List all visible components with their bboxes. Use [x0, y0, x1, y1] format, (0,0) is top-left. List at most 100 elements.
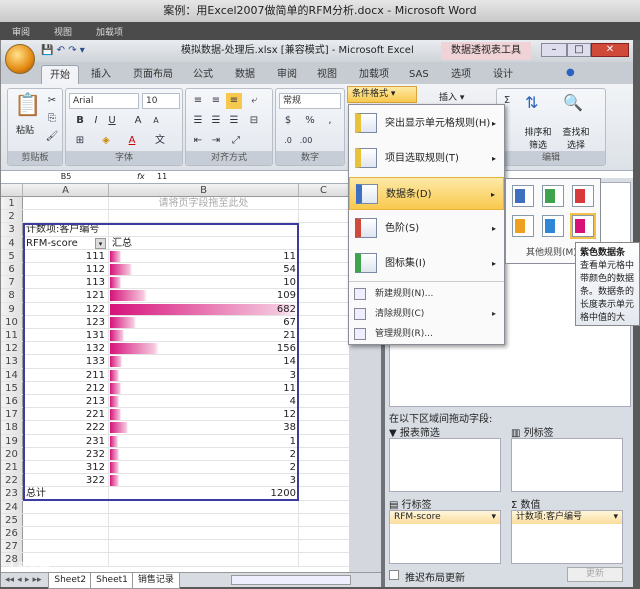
tab-insert[interactable]: 插入 — [83, 65, 119, 84]
row-header[interactable]: 7 — [1, 276, 23, 289]
cell-b[interactable]: 1200 — [109, 487, 299, 500]
cell-a[interactable]: 113 — [23, 276, 109, 289]
cell-b[interactable]: 54 — [109, 263, 299, 276]
row-header[interactable]: 15 — [1, 381, 23, 394]
font-name-select[interactable]: Arial — [69, 93, 139, 109]
comma-button[interactable]: , — [322, 113, 338, 129]
cell-a[interactable] — [23, 540, 109, 553]
row-header[interactable]: 22 — [1, 474, 23, 487]
borders-button[interactable]: ⊞ — [72, 133, 88, 149]
cell-a[interactable]: 123 — [23, 315, 109, 328]
cell-b[interactable] — [109, 223, 299, 236]
menu-small-item-1[interactable]: 清除规则(C) ▸ — [349, 305, 504, 323]
align-top-button[interactable]: ≡ — [190, 93, 206, 109]
conditional-format-button[interactable]: 条件格式 ▾ — [347, 86, 417, 103]
sort-filter-button[interactable]: 排序和筛选 — [521, 125, 555, 151]
menu-item-0[interactable]: 突出显示单元格规则(H) ▸ — [349, 107, 504, 140]
column-header-a[interactable]: A — [23, 184, 109, 197]
tab-home[interactable]: 开始 — [41, 65, 79, 84]
column-header-c[interactable]: C — [299, 184, 349, 197]
cell-b[interactable]: 汇总 — [109, 236, 299, 249]
cell-b[interactable]: 11 — [109, 381, 299, 394]
horizontal-scrollbar[interactable] — [231, 575, 351, 585]
tab-formulas[interactable]: 公式 — [185, 65, 221, 84]
row-header[interactable]: 12 — [1, 342, 23, 355]
row-header[interactable]: 16 — [1, 395, 23, 408]
defer-update-checkbox[interactable] — [389, 570, 399, 580]
sheet-nav-arrows[interactable]: ◂◂ ◂ ▸ ▸▸ — [1, 575, 46, 585]
increase-decimal-button[interactable]: .0 — [280, 133, 296, 149]
row-header[interactable]: 4 — [1, 236, 23, 249]
tab-view[interactable]: 视图 — [309, 65, 345, 84]
align-right-button[interactable]: ☰ — [226, 113, 242, 129]
row-header[interactable]: 14 — [1, 368, 23, 381]
cell-b[interactable]: 156 — [109, 342, 299, 355]
filter-dropdown-button[interactable]: ▾ — [95, 237, 106, 249]
cell-b[interactable]: 4 — [109, 395, 299, 408]
align-bottom-button[interactable]: ≡ — [226, 93, 242, 109]
orientation-button[interactable]: ⤢ — [228, 133, 244, 149]
cell-a[interactable]: 112 — [23, 263, 109, 276]
values-area[interactable]: 计数项:客户编号 ▾ — [511, 510, 623, 564]
cell-b[interactable]: 2 — [109, 461, 299, 474]
format-painter-icon[interactable]: 🖌 — [44, 129, 60, 145]
cell-a[interactable]: 132 — [23, 342, 109, 355]
shrink-font-button[interactable]: A — [148, 113, 164, 129]
cell-b[interactable]: 2 — [109, 447, 299, 460]
row-header[interactable]: 19 — [1, 434, 23, 447]
row-header[interactable]: 10 — [1, 315, 23, 328]
cell-a[interactable]: 122 — [23, 302, 109, 315]
cell-b[interactable]: 21 — [109, 329, 299, 342]
cell-b[interactable] — [109, 553, 299, 566]
help-icon[interactable]: ● — [566, 67, 575, 78]
row-header[interactable]: 2 — [1, 210, 23, 223]
databar-option-4[interactable] — [542, 215, 564, 237]
close-button[interactable]: ✕ — [591, 43, 629, 57]
cell-a[interactable]: 131 — [23, 329, 109, 342]
underline-button[interactable]: U — [104, 113, 120, 129]
cell-a[interactable]: RFM-score ▾ — [23, 236, 109, 249]
cell-b[interactable]: 3 — [109, 368, 299, 381]
paste-button[interactable]: 粘贴 — [16, 123, 34, 136]
italic-button[interactable]: I — [88, 113, 104, 129]
find-select-button[interactable]: 查找和选择 — [559, 125, 593, 151]
cell-a[interactable]: 211 — [23, 368, 109, 381]
cell-a[interactable]: 322 — [23, 474, 109, 487]
row-header[interactable]: 1 — [1, 197, 23, 210]
menu-item-4[interactable]: 图标集(I) ▸ — [349, 247, 504, 280]
merge-button[interactable]: ⊟ — [246, 113, 262, 129]
decrease-decimal-button[interactable]: .00 — [298, 133, 314, 149]
tab-page-layout[interactable]: 页面布局 — [125, 65, 181, 84]
menu-item-1[interactable]: 项目选取规则(T) ▸ — [349, 142, 504, 175]
menu-small-item-2[interactable]: 管理规则(R)... — [349, 325, 504, 343]
menu-item-3[interactable]: 色阶(S) ▸ — [349, 212, 504, 245]
tab-options[interactable]: 选项 — [443, 65, 479, 84]
tab-sas[interactable]: SAS — [401, 65, 437, 84]
name-box[interactable]: B5 — [31, 171, 101, 183]
select-all[interactable] — [1, 184, 23, 197]
cell-b[interactable]: 109 — [109, 289, 299, 302]
row-header[interactable]: 17 — [1, 408, 23, 421]
copy-icon[interactable]: ⎘ — [44, 111, 60, 127]
row-header[interactable]: 21 — [1, 461, 23, 474]
cell-a[interactable]: 总计 — [23, 487, 109, 500]
align-middle-button[interactable]: ≡ — [208, 93, 224, 109]
cell-a[interactable] — [23, 500, 109, 513]
databar-option-5[interactable] — [570, 213, 596, 239]
cell-a[interactable]: 222 — [23, 421, 109, 434]
cell-a[interactable] — [23, 527, 109, 540]
column-labels-area[interactable] — [511, 438, 623, 492]
row-header[interactable]: 8 — [1, 289, 23, 302]
row-header[interactable]: 5 — [1, 249, 23, 262]
databar-option-1[interactable] — [542, 185, 564, 207]
decrease-indent-button[interactable]: ⇤ — [190, 133, 206, 149]
cell-a[interactable] — [23, 197, 109, 210]
center-button[interactable]: ☰ — [208, 113, 224, 129]
tab-addins[interactable]: 加载项 — [351, 65, 397, 84]
row-field-rfm-score[interactable]: RFM-score ▾ — [390, 511, 500, 524]
cell-a[interactable]: 212 — [23, 381, 109, 394]
chevron-down-icon[interactable]: ▾ — [491, 511, 496, 524]
databar-option-2[interactable] — [572, 185, 594, 207]
row-header[interactable]: 27 — [1, 540, 23, 553]
row-header[interactable]: 26 — [1, 527, 23, 540]
